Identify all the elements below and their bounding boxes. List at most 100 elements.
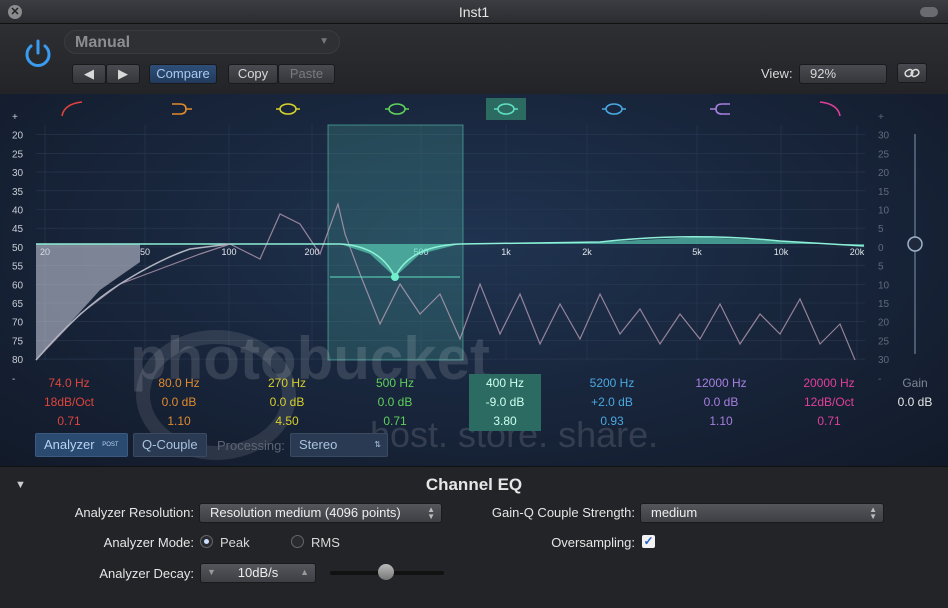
band-6-gain[interactable]: +2.0 dB <box>567 393 657 412</box>
band-1-gain[interactable]: 18dB/Oct <box>24 393 114 412</box>
band-3-q[interactable]: 4.50 <box>242 412 332 431</box>
band-3-freq[interactable]: 270 Hz <box>242 374 332 393</box>
band-8-gain[interactable]: 12dB/Oct <box>784 393 874 412</box>
analyzer-label: Analyzer <box>44 437 95 452</box>
q-couple-button[interactable]: Q-Couple <box>133 433 207 457</box>
rms-radio[interactable] <box>291 535 304 548</box>
gain-q-couple-select[interactable]: medium ▲ ▼ <box>640 503 884 523</box>
band-4-q[interactable]: 0.71 <box>350 412 440 431</box>
compare-button[interactable]: Compare <box>149 64 217 84</box>
copy-button[interactable]: Copy <box>228 64 278 84</box>
frequency-tick: 5k <box>692 247 702 257</box>
band-6-params: 5200 Hz +2.0 dB 0.93 <box>567 374 657 431</box>
left-db-tick: 35 <box>12 187 24 198</box>
next-preset-button[interactable]: ▶ <box>106 64 140 84</box>
analyzer-decay-value: 10dB/s <box>237 565 279 580</box>
frequency-tick: 200 <box>304 247 319 257</box>
right-db-tick: + <box>878 112 884 123</box>
analyzer-button[interactable]: Analyzer POST <box>35 433 128 457</box>
band-2-gain[interactable]: 0.0 dB <box>134 393 224 412</box>
view-zoom-select[interactable]: 92% <box>799 64 887 84</box>
updown-icon: ▲ ▼ <box>869 505 877 521</box>
left-db-tick: 40 <box>12 206 24 217</box>
right-db-tick: 0 <box>878 243 884 254</box>
band-2-params: 80.0 Hz 0.0 dB 1.10 <box>134 374 224 431</box>
band-7-freq[interactable]: 12000 Hz <box>676 374 766 393</box>
view-label: View: <box>761 66 793 81</box>
selected-band-point[interactable] <box>391 273 399 281</box>
oversampling-label: Oversampling: <box>551 535 635 550</box>
analyzer-decay-stepper[interactable]: ▼ 10dB/s ▲ <box>200 563 316 583</box>
band-3-handle-icon[interactable] <box>276 103 300 115</box>
decrement-icon[interactable]: ▼ <box>207 567 216 577</box>
band-4-gain[interactable]: 0.0 dB <box>350 393 440 412</box>
eq-display[interactable]: +20 25 30 35 40 45 50 55 60 65 70 75 80- +30 25 20 15 10… <box>0 94 948 466</box>
band-7-q[interactable]: 1.10 <box>676 412 766 431</box>
band-7-handle-icon[interactable] <box>710 103 730 115</box>
gain-slider-knob[interactable] <box>907 236 923 252</box>
minimize-button[interactable] <box>920 7 938 17</box>
updown-icon: ⇅ <box>374 440 381 449</box>
analyzer-decay-label: Analyzer Decay: <box>99 566 194 581</box>
left-db-tick: 30 <box>12 168 24 179</box>
link-icon[interactable] <box>897 63 927 83</box>
band-5-gain[interactable]: -9.0 dB <box>469 393 541 412</box>
title-bar: ✕ Inst1 <box>0 0 948 24</box>
band-3-gain[interactable]: 0.0 dB <box>242 393 332 412</box>
band-5-q[interactable]: 3.80 <box>469 412 541 431</box>
band-4-handle-icon[interactable] <box>385 103 409 115</box>
chevron-down-icon: ▼ <box>319 36 329 47</box>
band-5-freq[interactable]: 400 Hz <box>469 374 541 393</box>
previous-preset-button[interactable]: ◀ <box>72 64 106 84</box>
power-icon[interactable] <box>20 36 56 72</box>
left-db-tick: 25 <box>12 149 24 160</box>
oversampling-checkbox[interactable]: ✓ <box>642 535 655 548</box>
right-db-tick: 20 <box>878 168 890 179</box>
right-db-tick: 10 <box>878 280 890 291</box>
band-7-params: 12000 Hz 0.0 dB 1.10 <box>676 374 766 431</box>
window-title: Inst1 <box>458 4 490 20</box>
gain-value[interactable]: 0.0 dB <box>885 393 945 412</box>
right-db-tick: 5 <box>878 262 884 273</box>
paste-button[interactable]: Paste <box>278 64 335 84</box>
right-db-tick: 30 <box>878 131 890 142</box>
left-db-tick: 60 <box>12 280 24 291</box>
band-4-freq[interactable]: 500 Hz <box>350 374 440 393</box>
band-7-gain[interactable]: 0.0 dB <box>676 393 766 412</box>
analyzer-decay-slider-knob[interactable] <box>378 564 394 580</box>
band-2-freq[interactable]: 80.0 Hz <box>134 374 224 393</box>
rms-label: RMS <box>311 535 340 550</box>
left-db-tick: 70 <box>12 318 24 329</box>
band-5-handle-icon[interactable] <box>486 98 526 120</box>
band-6-freq[interactable]: 5200 Hz <box>567 374 657 393</box>
band-8-q[interactable]: 0.71 <box>784 412 874 431</box>
band-1-freq[interactable]: 74.0 Hz <box>24 374 114 393</box>
frequency-tick: 2k <box>582 247 592 257</box>
band-2-handle-icon[interactable] <box>172 103 192 115</box>
band-2-q[interactable]: 1.10 <box>134 412 224 431</box>
analyzer-resolution-value: Resolution medium (4096 points) <box>210 505 401 520</box>
peak-radio[interactable] <box>200 535 213 548</box>
band-1-q[interactable]: 0.71 <box>24 412 114 431</box>
band-8-freq[interactable]: 20000 Hz <box>784 374 874 393</box>
right-db-tick: 30 <box>878 355 890 366</box>
preset-menu[interactable]: Manual ▼ <box>64 30 340 54</box>
processing-value: Stereo <box>299 437 338 452</box>
analyzer-mode-label: Analyzer Mode: <box>103 535 194 550</box>
peak-label: Peak <box>220 535 250 550</box>
band-8-handle-icon[interactable] <box>819 101 841 117</box>
band-6-q[interactable]: 0.93 <box>567 412 657 431</box>
left-db-tick: 80 <box>12 355 24 366</box>
processing-select[interactable]: Stereo ⇅ <box>290 433 388 457</box>
band-1-handle-icon[interactable] <box>61 101 83 117</box>
right-db-tick: - <box>878 374 881 385</box>
left-db-tick: 20 <box>12 131 24 142</box>
updown-icon: ▲ ▼ <box>427 505 435 521</box>
analyzer-resolution-label: Analyzer Resolution: <box>74 505 194 520</box>
right-db-tick: 20 <box>878 318 890 329</box>
processing-label: Processing: <box>217 438 285 453</box>
band-6-handle-icon[interactable] <box>602 103 626 115</box>
analyzer-resolution-select[interactable]: Resolution medium (4096 points) ▲ ▼ <box>199 503 442 523</box>
analyzer-post-label: POST <box>102 442 119 448</box>
increment-icon[interactable]: ▲ <box>300 567 309 577</box>
